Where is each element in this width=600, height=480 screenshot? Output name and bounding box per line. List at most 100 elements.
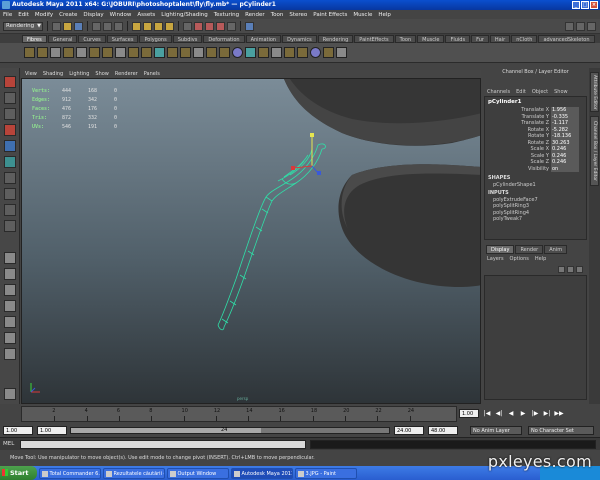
shelf-tab-painteffects[interactable]: PaintEffects xyxy=(354,34,394,43)
render-settings-icon[interactable] xyxy=(227,21,236,31)
character-set-dropdown[interactable]: No Character Set xyxy=(528,426,594,435)
paint-select-tool-icon[interactable] xyxy=(4,108,16,120)
sphere-icon[interactable] xyxy=(232,47,243,58)
shelf-tab-muscle[interactable]: Muscle xyxy=(417,34,445,43)
go-to-start-button[interactable]: |◀ xyxy=(482,409,492,418)
universal-manip-icon[interactable] xyxy=(4,172,16,184)
shelf-tab-polygons[interactable]: Polygons xyxy=(139,34,172,43)
attribute-editor-toggle-icon[interactable] xyxy=(565,21,574,31)
shelf-tab-toon[interactable]: Toon xyxy=(394,34,417,43)
shelf-tool-icon[interactable] xyxy=(336,47,347,58)
shelf-tab-general[interactable]: General xyxy=(47,34,78,43)
shelf-tab-rendering[interactable]: Rendering xyxy=(317,34,354,43)
channel-value[interactable]: on xyxy=(551,165,579,172)
shelf-tool-icon[interactable] xyxy=(89,47,100,58)
shelf-tab-hair[interactable]: Hair xyxy=(489,34,511,43)
shelf-tool-icon[interactable] xyxy=(102,47,113,58)
layer-menu-help[interactable]: Help xyxy=(535,255,546,264)
layer-menu-layers[interactable]: Layers xyxy=(487,255,504,264)
step-back-frame-button[interactable]: ◀ xyxy=(506,409,516,418)
viewport-menu-renderer[interactable]: Renderer xyxy=(115,70,138,78)
two-pane-layout-icon[interactable] xyxy=(4,284,16,296)
menu-render[interactable]: Render xyxy=(245,12,265,18)
shelf-tool-icon[interactable] xyxy=(128,47,139,58)
playback-start-field[interactable]: 1.00 xyxy=(37,426,67,435)
shelf-tool-icon[interactable] xyxy=(219,47,230,58)
step-forward-key-button[interactable]: ▶| xyxy=(542,409,552,418)
step-back-key-button[interactable]: ◀| xyxy=(494,409,504,418)
perspective-viewport[interactable]: Verts: 444 168 0 Edges: 912 342 0 Faces: 476 176 0 T… xyxy=(21,78,481,404)
taskbar-item[interactable]: Rezultatele căutării de im... xyxy=(102,467,165,479)
shelf-tool-icon[interactable] xyxy=(50,47,61,58)
select-tool-icon[interactable] xyxy=(4,76,16,88)
command-language-label[interactable]: MEL xyxy=(3,441,14,447)
bottom-tool-icon[interactable] xyxy=(4,388,16,400)
lasso-tool-icon[interactable] xyxy=(4,92,16,104)
menu-assets[interactable]: Assets xyxy=(137,12,155,18)
shelf-tool-icon[interactable] xyxy=(37,47,48,58)
new-layer-selected-icon[interactable] xyxy=(576,266,583,273)
shelf-tool-icon[interactable] xyxy=(258,47,269,58)
shelf-tool-icon[interactable] xyxy=(167,47,178,58)
save-scene-icon[interactable] xyxy=(74,21,83,31)
channel-box-tab[interactable]: Channel Box / Layer Editor xyxy=(590,116,599,186)
graph-editor-layout-icon[interactable] xyxy=(4,316,16,328)
shelf-tool-icon[interactable] xyxy=(76,47,87,58)
selected-node-name[interactable]: pCylinder1 xyxy=(485,97,586,107)
shelf-tool-icon[interactable] xyxy=(141,47,152,58)
sphere-icon[interactable] xyxy=(310,47,321,58)
step-forward-frame-button[interactable]: |▶ xyxy=(530,409,540,418)
menu-muscle[interactable]: Muscle xyxy=(353,12,372,18)
shelf-tool-icon[interactable] xyxy=(297,47,308,58)
shelf-tool-icon[interactable] xyxy=(24,47,35,58)
input-node[interactable]: polyTweak7 xyxy=(485,216,586,223)
channel-menu-channels[interactable]: Channels xyxy=(487,88,510,96)
snap-curve-icon[interactable] xyxy=(143,21,152,31)
maximize-button[interactable]: □ xyxy=(581,1,589,9)
shelf-tab-animation[interactable]: Animation xyxy=(245,34,282,43)
minimize-button[interactable]: _ xyxy=(572,1,580,9)
viewport-menu-show[interactable]: Show xyxy=(95,70,109,78)
channel-menu-edit[interactable]: Edit xyxy=(516,88,526,96)
go-to-end-button[interactable]: ▶▶ xyxy=(554,409,564,418)
channel-menu-show[interactable]: Show xyxy=(554,88,568,96)
shelf-tab-subdivs[interactable]: Subdivs xyxy=(172,34,203,43)
time-slider[interactable]: 2 4 6 8 10 12 14 16 18 20 22 24 xyxy=(21,406,457,422)
show-manip-icon[interactable] xyxy=(4,204,16,216)
layer-menu-options[interactable]: Options xyxy=(510,255,529,264)
shelf-tool-icon[interactable] xyxy=(63,47,74,58)
shelf-tool-icon[interactable] xyxy=(193,47,204,58)
viewport-menu-panels[interactable]: Panels xyxy=(144,70,160,78)
menu-help[interactable]: Help xyxy=(378,12,391,18)
menu-file[interactable]: File xyxy=(3,12,12,18)
select-hierarchy-icon[interactable] xyxy=(92,21,101,31)
layer-tab-anim[interactable]: Anim xyxy=(544,245,568,254)
taskbar-item[interactable]: Autodesk Maya 2011 ... xyxy=(230,467,293,479)
move-layer-up-icon[interactable] xyxy=(558,266,565,273)
shelf-tab-deformation[interactable]: Deformation xyxy=(203,34,245,43)
shelf-tool-icon[interactable] xyxy=(206,47,217,58)
viewport-menu-lighting[interactable]: Lighting xyxy=(69,70,89,78)
shelf-tool-icon[interactable] xyxy=(180,47,191,58)
viewport-menu-shading[interactable]: Shading xyxy=(43,70,63,78)
shelf-tool-icon[interactable] xyxy=(154,47,165,58)
soft-mod-icon[interactable] xyxy=(4,188,16,200)
range-start-field[interactable]: 1.00 xyxy=(3,426,33,435)
last-tool-icon[interactable] xyxy=(4,220,16,232)
scale-tool-icon[interactable] xyxy=(4,156,16,168)
shelf-tool-icon[interactable] xyxy=(115,47,126,58)
move-tool-icon[interactable] xyxy=(4,124,16,136)
select-object-icon[interactable] xyxy=(103,21,112,31)
menu-modify[interactable]: Modify xyxy=(35,12,53,18)
menu-create[interactable]: Create xyxy=(59,12,77,18)
layer-tab-render[interactable]: Render xyxy=(515,245,544,254)
channel-menu-object[interactable]: Object xyxy=(532,88,548,96)
shelf-tool-icon[interactable] xyxy=(284,47,295,58)
shelf-tool-icon[interactable] xyxy=(271,47,282,58)
channel-name[interactable]: Visibility xyxy=(485,166,551,173)
shelf-tab-fluids[interactable]: Fluids xyxy=(445,34,471,43)
menu-set-dropdown[interactable]: Rendering ▼ xyxy=(3,21,43,31)
shelf-tool-icon[interactable] xyxy=(323,47,334,58)
anim-layer-dropdown[interactable]: No Anim Layer xyxy=(470,426,522,435)
playback-end-field[interactable]: 24.00 xyxy=(394,426,424,435)
